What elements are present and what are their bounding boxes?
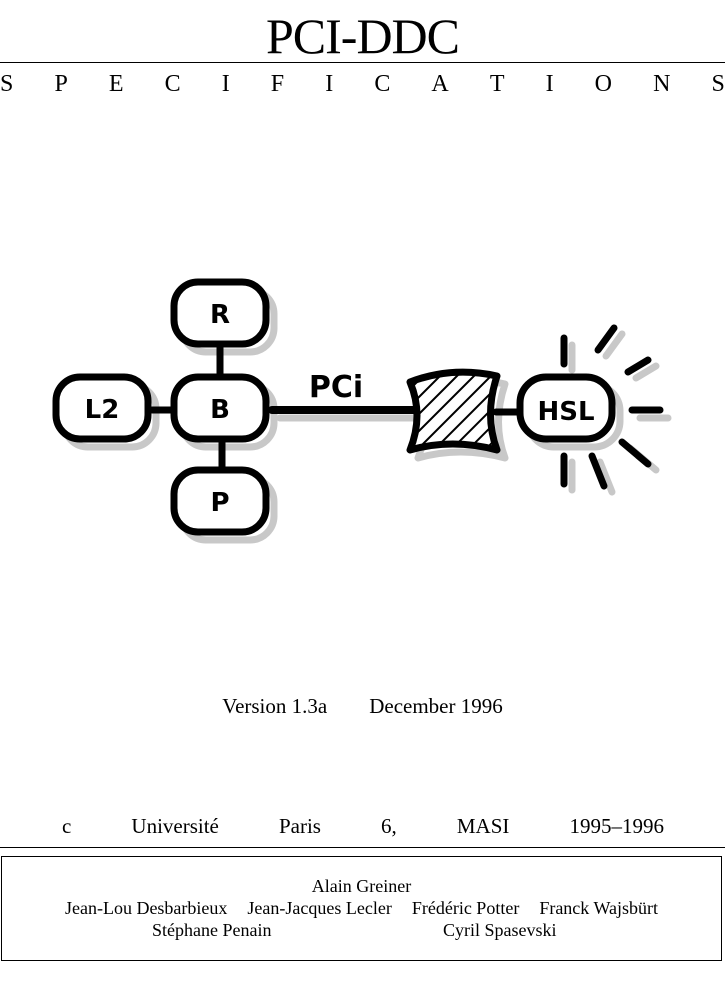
block-l2: L2 [52,373,152,443]
subtitle-letter: C [164,71,181,97]
version-date: December 1996 [369,694,503,718]
author-lead: Alain Greiner [311,876,412,896]
subtitle-letter: F [270,71,285,97]
copyright-word: c [62,814,72,838]
subtitle-letter: I [325,71,334,97]
block-hsl: HSL [516,373,616,443]
copyright-word: 6, [381,814,397,838]
author-name: Frédéric Potter [411,898,520,918]
block-p: P [170,466,270,536]
author-name: Jean-Lou Desbarbieux [64,898,228,918]
document-subtitle: S P E C I F I C A T I O N S [0,70,725,98]
version-line: Version 1.3a December 1996 [0,692,725,720]
subtitle-letter: P [54,71,68,97]
copyright-word: Université [131,814,219,838]
block-p-label: P [210,488,229,518]
subtitle-letter: A [431,71,449,97]
subtitle-letter: T [489,71,505,97]
block-r: R [170,278,270,348]
subtitle-letter: E [108,71,124,97]
subtitle-letter: C [374,71,391,97]
authors-box: Alain Greiner Jean-Lou Desbarbieux Jean-… [1,856,722,961]
architecture-diagram: R B L2 P PCi HSL [52,278,672,544]
subtitle-letter: N [653,71,671,97]
copyright-word: 1995–1996 [569,814,664,838]
subtitle-letter: I [221,71,230,97]
title-rule [0,62,725,63]
authors-row: Jean-Lou Desbarbieux Jean-Jacques Lecler… [2,897,721,919]
block-b-label: B [210,395,230,425]
subtitle-letter: S [0,71,14,97]
author-name: Jean-Jacques Lecler [247,898,392,918]
pci-bus-label: PCi [309,370,363,405]
block-l2-label: L2 [85,395,120,425]
copyright-word: MASI [456,814,510,838]
block-b: B [170,373,270,443]
block-r-label: R [210,300,230,330]
version-number: Version 1.3a [222,694,328,718]
subtitle-letter: I [545,71,554,97]
subtitle-letter: S [711,71,725,97]
author-name: Cyril Spasevski [443,920,557,940]
copyright-line: c Université Paris 6, MASI 1995–1996 [62,812,664,840]
author-name: Stéphane Penain [152,920,272,940]
copyright-word: Paris [278,814,321,838]
block-hsl-label: HSL [537,397,594,427]
document-title: PCI-DDC [265,8,460,64]
subtitle-letter: O [594,71,612,97]
author-name: Franck Wajsbürt [539,898,659,918]
footer-rule [0,847,725,848]
hatched-bridge [406,368,501,454]
